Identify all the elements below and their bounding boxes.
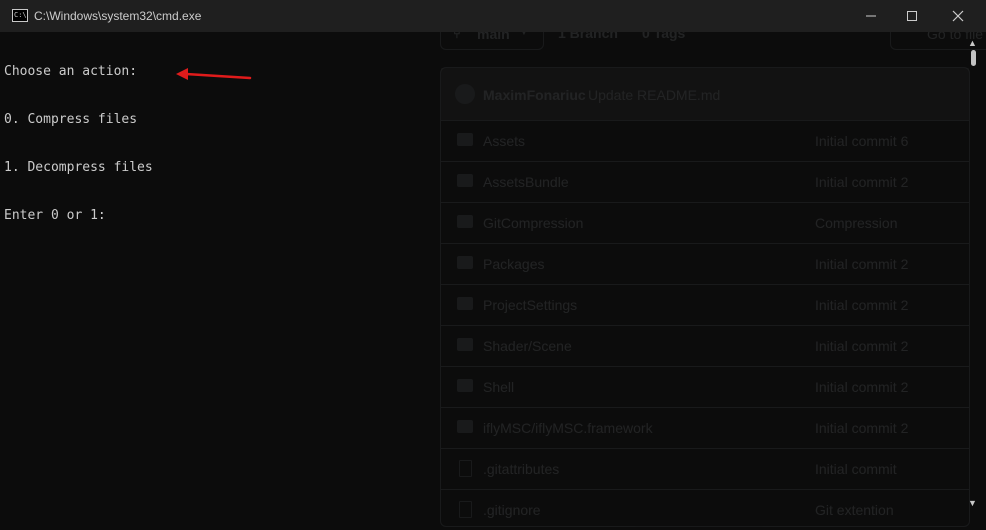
close-button[interactable] bbox=[935, 0, 981, 32]
console-line: Choose an action: bbox=[4, 64, 138, 79]
minimize-button[interactable] bbox=[848, 0, 894, 32]
console-output[interactable]: Choose an action: 0. Compress files 1. D… bbox=[4, 32, 956, 516]
console-line: 1. Decompress files bbox=[4, 160, 153, 175]
vertical-scrollbar[interactable]: ▲ ▼ bbox=[966, 32, 980, 516]
console-line: 0. Compress files bbox=[4, 112, 138, 127]
annotation-arrow-icon bbox=[176, 68, 252, 80]
cmd-window: ⑂ main ▼ 1 Branch 0 Tags Go to file Maxi… bbox=[0, 0, 986, 527]
close-icon bbox=[952, 10, 964, 22]
cmd-icon[interactable]: C:\ bbox=[12, 9, 28, 22]
console-prompt: Enter 0 or 1: bbox=[4, 208, 106, 223]
maximize-icon bbox=[907, 11, 917, 21]
scroll-down-arrow-icon[interactable]: ▼ bbox=[968, 498, 977, 508]
scroll-thumb[interactable] bbox=[971, 50, 976, 66]
window-title: C:\Windows\system32\cmd.exe bbox=[34, 9, 202, 23]
maximize-button[interactable] bbox=[889, 0, 935, 32]
title-bar[interactable]: C:\ C:\Windows\system32\cmd.exe bbox=[0, 0, 986, 32]
minimize-icon bbox=[866, 15, 876, 17]
scroll-up-arrow-icon[interactable]: ▲ bbox=[968, 38, 977, 48]
